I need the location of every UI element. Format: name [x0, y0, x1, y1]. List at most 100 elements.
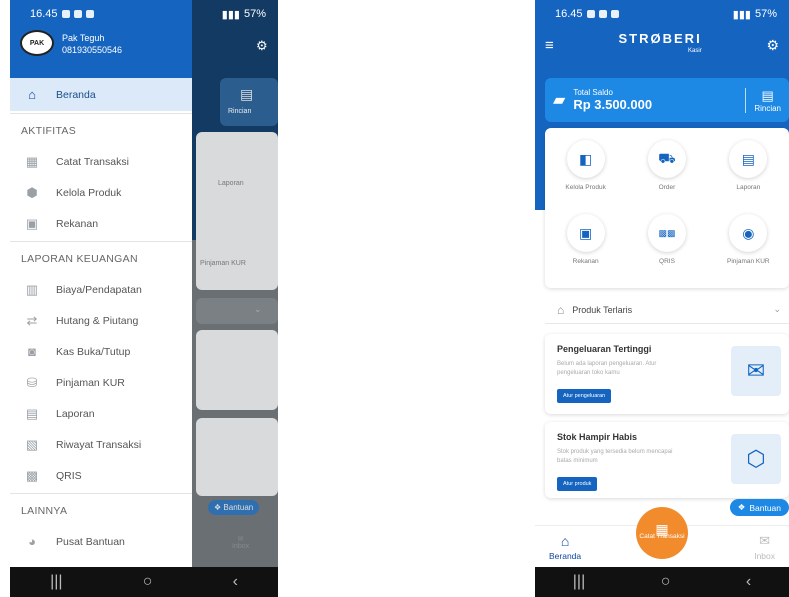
phone-left: ▤ Rincian Laporan Pinjaman KUR ⌄ ❖ Bantu…	[10, 0, 278, 597]
background-card-expense	[196, 330, 278, 410]
money-icon: ▥	[25, 281, 39, 297]
divider	[10, 241, 192, 242]
background-laporan: Laporan	[218, 180, 244, 187]
menu-label: Kelola Produk	[56, 186, 122, 199]
grid-item-laporan[interactable]: ▤ Laporan	[708, 140, 789, 210]
menu-item-qris[interactable]: ▩ QRIS	[10, 460, 192, 491]
help-icon: ❖	[737, 502, 746, 512]
brand-logo: STRØBERI Kasir	[619, 32, 702, 57]
signal-icon: ▮▮▮	[732, 8, 751, 21]
id-card-icon: ▣	[566, 214, 605, 252]
grid-label: Laporan	[736, 184, 761, 191]
quick-menu-grid: ◧ Kelola Produk ⛟ Order ▤ Laporan ▣ Rekanan …	[545, 128, 789, 288]
grid-item-qris[interactable]: ▩▩ QRIS	[626, 214, 707, 284]
user-name: Pak Teguh	[62, 33, 105, 43]
back-icon[interactable]: ‹	[233, 573, 238, 591]
menu-label: Beranda	[56, 88, 96, 101]
phone-right: 16.45 ▮▮▮ 57% ≡ STRØBERI Kasir ⚙ ▰ Total …	[535, 0, 789, 597]
qris-icon: ▩▩	[647, 214, 686, 252]
status-bar: 16.45 ▮▮▮ 57%	[10, 0, 278, 28]
avatar[interactable]: PAK	[20, 30, 54, 56]
saldo-amount: Rp 3.500.000	[573, 97, 653, 112]
section-title-laporan: LAPORAN KEUANGAN	[21, 253, 138, 265]
atur-produk-button[interactable]: Atur produk	[557, 477, 598, 491]
fab-label: Catat Transaksi	[639, 533, 685, 540]
system-nav-bar: ||| ○ ‹	[535, 567, 789, 597]
menu-item-kelola-produk[interactable]: ⬢ Kelola Produk	[10, 177, 192, 208]
menu-item-beranda[interactable]: ⌂ Beranda	[10, 78, 192, 111]
clipboard-icon: ▤	[25, 405, 39, 421]
grid-item-order[interactable]: ⛟ Order	[626, 140, 707, 210]
background-dropdown: ⌄	[196, 298, 278, 324]
rincian-button[interactable]: ▤ Rincian	[745, 87, 781, 113]
menu-item-laporan[interactable]: ▤ Laporan	[10, 398, 192, 429]
top-app-bar: ≡ STRØBERI Kasir ⚙	[535, 32, 789, 58]
section-title-aktifitas: AKTIFITAS	[21, 125, 77, 137]
bantuan-label: Bantuan	[749, 502, 781, 513]
home-circle-icon[interactable]: ○	[143, 573, 153, 591]
atur-pengeluaran-button[interactable]: Atur pengeluaran	[557, 389, 612, 403]
menu-label: Laporan	[56, 407, 95, 420]
menu-item-rekanan[interactable]: ▣ Rekanan	[10, 208, 192, 239]
menu-label: Kas Buka/Tutup	[56, 345, 131, 358]
menu-label: Hutang & Piutang	[56, 314, 139, 327]
grid-label: QRIS	[659, 258, 675, 265]
grid-item-rekanan[interactable]: ▣ Rekanan	[545, 214, 626, 284]
system-nav-bar: ||| ○ ‹	[10, 567, 278, 597]
hamburger-icon[interactable]: ≡	[545, 37, 554, 54]
card-pengeluaran: Pengeluaran Tertinggi Belum ada laporan …	[545, 334, 789, 414]
background-menu-card: Laporan Pinjaman KUR	[196, 132, 278, 290]
background-rincian: Rincian	[228, 108, 252, 115]
mail-icon: ✉	[759, 533, 771, 548]
menu-item-riwayat-transaksi[interactable]: ▧ Riwayat Transaksi	[10, 429, 192, 460]
menu-item-catat-transaksi[interactable]: ▦ Catat Transaksi	[10, 146, 192, 177]
produk-terlaris-label: Produk Terlaris	[572, 304, 633, 315]
tab-label: Beranda	[549, 551, 582, 561]
menu-label: Pinjaman KUR	[56, 376, 125, 389]
menu-label: QRIS	[56, 469, 82, 482]
chevron-down-icon: ⌄	[254, 304, 262, 314]
menu-label: Pusat Bantuan	[56, 535, 125, 548]
receipt-icon: ▤	[240, 86, 254, 102]
menu-item-hutang-piutang[interactable]: ⇄ Hutang & Piutang	[10, 305, 192, 336]
gear-icon[interactable]: ⚙	[766, 37, 779, 54]
status-time: 16.45	[30, 8, 58, 20]
divider	[10, 113, 192, 114]
coins-icon: ⛁	[26, 374, 38, 390]
status-time: 16.45	[555, 8, 583, 20]
catat-transaksi-fab[interactable]: ▦ Catat Transaksi	[636, 507, 688, 559]
recent-apps-icon[interactable]: |||	[573, 573, 585, 591]
home-circle-icon[interactable]: ○	[661, 573, 671, 591]
grid-label: Order	[658, 184, 676, 191]
menu-label: Riwayat Transaksi	[56, 438, 142, 451]
battery-level: 57%	[243, 8, 266, 20]
saldo-card[interactable]: ▰ Total Saldo Rp 3.500.000 ▤ Rincian	[545, 78, 789, 122]
menu-item-pinjaman-kur[interactable]: ⛁ Pinjaman KUR	[10, 367, 192, 398]
chevron-down-icon: ⌄	[773, 304, 781, 314]
status-bar: 16.45 ▮▮▮ 57%	[535, 0, 789, 28]
menu-label: Rekanan	[56, 217, 99, 230]
menu-item-biaya-pendapatan[interactable]: ▥ Biaya/Pendapatan	[10, 274, 192, 305]
recent-apps-icon[interactable]: |||	[50, 573, 62, 591]
background-card-stock	[196, 418, 278, 496]
menu-item-kas-buka-tutup[interactable]: ◙ Kas Buka/Tutup	[10, 336, 192, 367]
grid-label: Pinjaman KUR	[727, 258, 770, 265]
grid-label: Kelola Produk	[565, 184, 606, 191]
rincian-label: Rincian	[754, 103, 781, 113]
grid-item-pinjaman-kur[interactable]: ◉ Pinjaman KUR	[708, 214, 789, 284]
produk-terlaris-toggle[interactable]: ⌂ Produk Terlaris ⌄	[545, 296, 789, 324]
background-saldo-card: ▤ Rincian	[220, 78, 278, 126]
card-description: Belum ada laporan pengeluaran. Atur peng…	[557, 361, 657, 376]
section-title-lainnya: LAINNYA	[21, 505, 68, 517]
coin-hand-icon: ◉	[729, 214, 768, 252]
menu-label: Biaya/Pendapatan	[56, 283, 142, 296]
background-pinjaman: Pinjaman KUR	[200, 260, 246, 267]
tab-beranda[interactable]: ⌂ Beranda	[549, 533, 581, 561]
menu-item-pusat-bantuan[interactable]: ◕ Pusat Bantuan	[10, 526, 192, 557]
bantuan-button[interactable]: ❖ Bantuan	[729, 499, 789, 516]
saldo-label: Total Saldo	[573, 88, 613, 97]
grid-item-kelola-produk[interactable]: ◧ Kelola Produk	[545, 140, 626, 210]
tab-inbox[interactable]: ✉ Inbox	[754, 533, 775, 561]
back-icon[interactable]: ‹	[746, 573, 751, 591]
envelope-money-icon: ✉	[731, 346, 781, 396]
